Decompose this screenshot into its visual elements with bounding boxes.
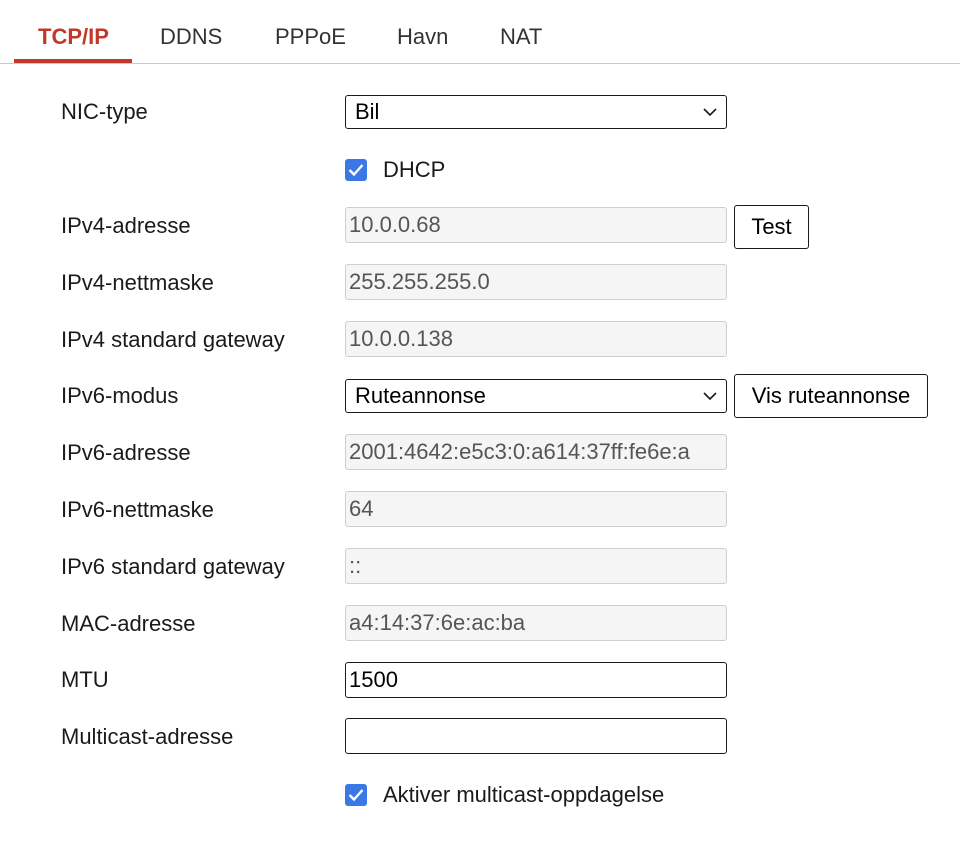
multicast-discovery-row: Aktiver multicast-oppdagelse	[345, 781, 745, 809]
tab-bar: TCP/IP DDNS PPPoE Havn NAT	[0, 0, 960, 64]
mtu-label: MTU	[61, 667, 109, 692]
dhcp-checkbox[interactable]	[345, 159, 367, 181]
checkmark-icon	[348, 789, 364, 802]
ipv4-gateway-field[interactable]: 10.0.0.138	[345, 321, 727, 357]
tab-nat[interactable]: NAT	[500, 20, 542, 54]
ipv6-mode-value: Ruteannonse	[355, 383, 486, 408]
show-route-advertisement-button[interactable]: Vis ruteannonse	[734, 374, 928, 418]
chevron-down-icon	[703, 392, 717, 401]
dhcp-label: DHCP	[383, 157, 446, 182]
ipv6-netmask-label: IPv6-nettmaske	[61, 497, 214, 522]
tab-havn[interactable]: Havn	[397, 20, 448, 54]
nic-type-label: NIC-type	[61, 99, 148, 124]
ipv6-gateway-label: IPv6 standard gateway	[61, 554, 285, 579]
active-tab-indicator	[14, 59, 132, 63]
nic-type-value: Bil	[355, 99, 380, 124]
ipv4-address-label: IPv4-adresse	[61, 213, 191, 238]
mtu-input[interactable]: 1500	[345, 662, 727, 698]
checkmark-icon	[348, 164, 364, 177]
ipv6-netmask-field[interactable]: 64	[345, 491, 727, 527]
multicast-address-input[interactable]	[345, 718, 727, 754]
multicast-discovery-label: Aktiver multicast-oppdagelse	[383, 782, 665, 807]
multicast-discovery-checkbox[interactable]	[345, 784, 367, 806]
ipv4-netmask-label: IPv4-nettmaske	[61, 270, 214, 295]
chevron-down-icon	[703, 108, 717, 117]
ipv4-address-field[interactable]: 10.0.0.68	[345, 207, 727, 243]
ipv6-mode-label: IPv6-modus	[61, 383, 179, 408]
mac-address-label: MAC-adresse	[61, 611, 196, 636]
test-button[interactable]: Test	[734, 205, 809, 249]
ipv6-address-field[interactable]: 2001:4642:e5c3:0:a614:37ff:fe6e:a	[345, 434, 727, 470]
ipv6-gateway-field[interactable]: ::	[345, 548, 727, 584]
ipv4-netmask-field[interactable]: 255.255.255.0	[345, 264, 727, 300]
tab-tcpip[interactable]: TCP/IP	[38, 20, 109, 54]
ipv6-address-label: IPv6-adresse	[61, 440, 191, 465]
nic-type-select[interactable]: Bil	[345, 95, 727, 129]
ipv6-mode-select[interactable]: Ruteannonse	[345, 379, 727, 413]
ipv4-gateway-label: IPv4 standard gateway	[61, 327, 285, 352]
tab-ddns[interactable]: DDNS	[160, 20, 222, 54]
mac-address-field[interactable]: a4:14:37:6e:ac:ba	[345, 605, 727, 641]
multicast-address-label: Multicast-adresse	[61, 724, 234, 749]
tab-pppoe[interactable]: PPPoE	[275, 20, 346, 54]
dhcp-row: DHCP	[345, 156, 545, 184]
